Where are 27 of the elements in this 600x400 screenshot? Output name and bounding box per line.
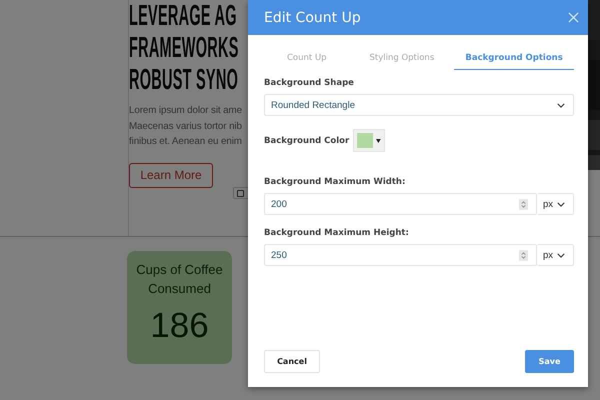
heading-line: LEVERAGE AG: [129, 0, 237, 32]
field-label: Background Maximum Width:: [264, 177, 406, 187]
cancel-button[interactable]: Cancel: [264, 350, 320, 373]
spinner-icon[interactable]: [519, 250, 528, 260]
toolbar-chip[interactable]: [233, 187, 249, 199]
color-picker[interactable]: [353, 129, 386, 152]
select-field[interactable]: Rounded Rectangle: [264, 94, 574, 116]
counter-title: Cups of Coffee Consumed: [135, 261, 224, 298]
chevron-down-icon: [557, 252, 565, 258]
field-label: Background Maximum Height:: [264, 228, 410, 238]
paragraph: Lorem ipsum dolor sit ame Maecenas varius tortor nib finibus et. Aenean eu enim: [129, 104, 243, 149]
counter-value: 186: [150, 306, 209, 346]
number-field[interactable]: 250: [264, 244, 537, 266]
square-icon: [237, 190, 244, 196]
chevron-down-icon: [557, 202, 565, 206]
heading-line: ROBUST SYNO: [129, 64, 238, 96]
dialog-title: Edit Count Up: [264, 10, 361, 26]
field-label: Background Shape: [264, 78, 355, 88]
unit-select[interactable]: px: [537, 244, 574, 266]
field-label: Background Color: [264, 136, 350, 146]
heading-line: FRAMEWORKS: [129, 32, 239, 64]
spinner-icon[interactable]: [519, 198, 528, 210]
close-icon[interactable]: [568, 12, 579, 23]
number-field[interactable]: 200: [264, 193, 537, 215]
chevron-down-icon: [557, 102, 565, 108]
triangle-down-icon: [376, 138, 382, 142]
unit-select[interactable]: px: [537, 193, 574, 215]
